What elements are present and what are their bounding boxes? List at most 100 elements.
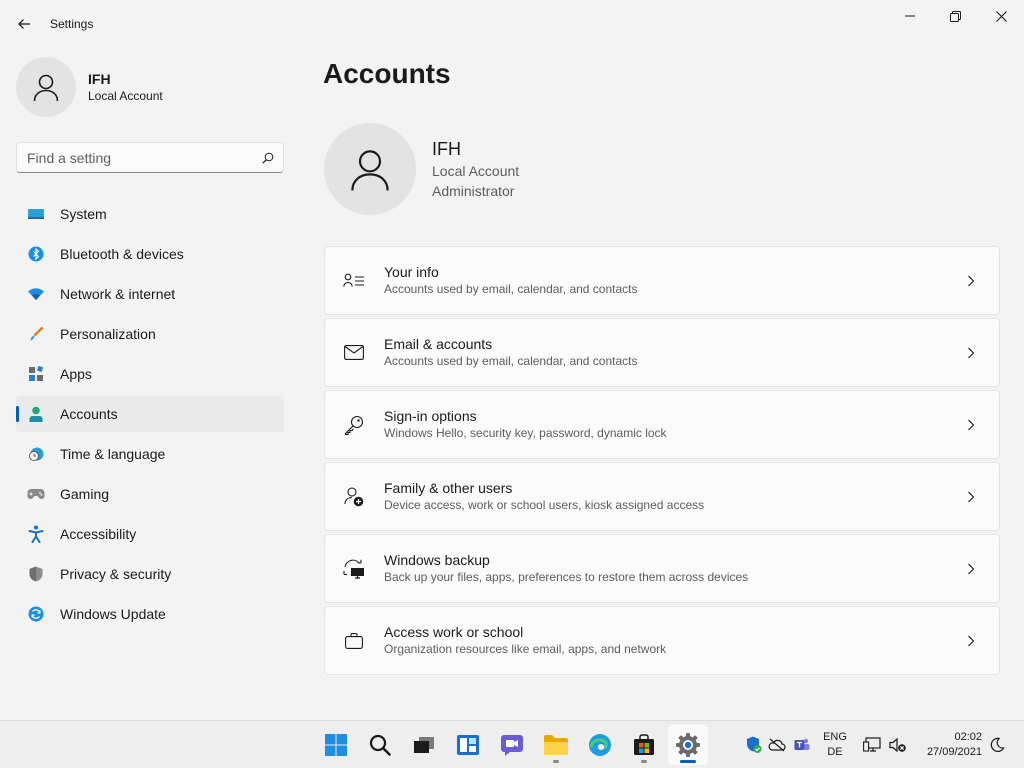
teams-icon[interactable]: [792, 735, 812, 755]
card-windows-backup[interactable]: Windows backup Back up your files, apps,…: [324, 534, 1000, 603]
search-icon[interactable]: [253, 143, 283, 173]
title-bar: Settings: [0, 0, 1024, 48]
chevron-right-icon: [951, 261, 991, 301]
start-icon: [325, 734, 347, 756]
store-icon: [634, 734, 654, 755]
file-explorer-button[interactable]: [536, 725, 576, 765]
card-sign-in-options[interactable]: Sign-in options Windows Hello, security …: [324, 390, 1000, 459]
sidebar-item-system[interactable]: System: [16, 196, 284, 232]
sidebar-item-personalization[interactable]: Personalization: [16, 316, 284, 352]
sidebar-item-label: Apps: [60, 366, 92, 382]
sidebar-nav: System Bluetooth & devices Network & int…: [16, 196, 284, 636]
sidebar-item-bluetooth[interactable]: Bluetooth & devices: [16, 236, 284, 272]
focus-assist-moon-icon[interactable]: [987, 735, 1007, 755]
sidebar-item-accessibility[interactable]: Accessibility: [16, 516, 284, 552]
card-your-info[interactable]: Your info Accounts used by email, calend…: [324, 246, 1000, 315]
card-title: Your info: [384, 264, 439, 280]
chevron-right-icon: [951, 621, 991, 661]
profile-account-type: Local Account: [88, 89, 163, 103]
sidebar-item-label: Time & language: [60, 446, 166, 462]
user-icon: [33, 74, 59, 102]
sidebar-item-network[interactable]: Network & internet: [16, 276, 284, 312]
bluetooth-icon: [26, 244, 46, 264]
sidebar-item-label: Accessibility: [60, 526, 137, 542]
accessibility-icon: [26, 524, 46, 544]
sidebar-item-label: Privacy & security: [60, 566, 172, 582]
network-icon[interactable]: [862, 735, 882, 755]
brush-icon: [26, 324, 46, 344]
volume-muted-icon[interactable]: [888, 735, 908, 755]
key-icon: [343, 414, 365, 436]
chevron-right-icon: [951, 333, 991, 373]
clock[interactable]: 02:02 27/09/2021: [912, 730, 982, 760]
sidebar-item-label: System: [60, 206, 107, 222]
start-button[interactable]: [316, 725, 356, 765]
sidebar-item-windows-update[interactable]: Windows Update: [16, 596, 284, 632]
search-input[interactable]: Find a setting: [16, 142, 284, 173]
card-subtitle: Accounts used by email, calendar, and co…: [384, 282, 638, 296]
defender-icon[interactable]: [744, 735, 764, 755]
minimize-icon: [905, 15, 915, 17]
clock-date: 27/09/2021: [926, 746, 982, 758]
card-title: Family & other users: [384, 480, 513, 496]
restore-button[interactable]: [932, 0, 978, 32]
edge-icon: [589, 734, 611, 756]
mail-icon: [343, 342, 365, 364]
card-access-work-school[interactable]: Access work or school Organization resou…: [324, 606, 1000, 675]
sidebar-item-apps[interactable]: Apps: [16, 356, 284, 392]
edge-button[interactable]: [580, 725, 620, 765]
sidebar-item-accounts[interactable]: Accounts: [16, 396, 284, 432]
sidebar-item-label: Network & internet: [60, 286, 176, 302]
user-icon: [351, 150, 389, 191]
app-title: Settings: [50, 17, 94, 31]
apps-icon: [26, 364, 46, 384]
sidebar-item-label: Windows Update: [60, 606, 166, 622]
running-indicator: [641, 760, 647, 763]
settings-taskbar-button[interactable]: [668, 725, 708, 765]
globe-clock-icon: [26, 444, 46, 464]
close-icon: [995, 10, 1007, 22]
taskbar: ENG DE 02:02 27/09/2021: [0, 720, 1024, 768]
sidebar-item-time-language[interactable]: Time & language: [16, 436, 284, 472]
page-title: Accounts: [323, 58, 451, 89]
keyboard-layout: DE: [827, 746, 843, 758]
card-title: Access work or school: [384, 624, 524, 640]
language-code: ENG: [823, 731, 847, 743]
account-type: Local Account: [432, 163, 520, 179]
search-placeholder: Find a setting: [27, 149, 112, 166]
sidebar-item-gaming[interactable]: Gaming: [16, 476, 284, 512]
taskbar-search-button[interactable]: [360, 725, 400, 765]
gamepad-icon: [26, 484, 46, 504]
active-indicator: [680, 760, 696, 763]
onedrive-icon[interactable]: [767, 735, 787, 755]
widgets-icon: [457, 735, 479, 755]
chat-icon: [501, 735, 523, 756]
minimize-button[interactable]: [887, 0, 933, 32]
language-indicator[interactable]: ENG DE: [818, 730, 852, 760]
back-button[interactable]: [10, 10, 38, 38]
card-subtitle: Device access, work or school users, kio…: [384, 498, 705, 512]
chevron-right-icon: [951, 549, 991, 589]
backup-icon: [343, 558, 365, 580]
sidebar-item-privacy[interactable]: Privacy & security: [16, 556, 284, 592]
sidebar-item-label: Personalization: [60, 326, 156, 342]
account-header: IFH Local Account Administrator: [324, 123, 519, 215]
store-button[interactable]: [624, 725, 664, 765]
widgets-button[interactable]: [448, 725, 488, 765]
running-indicator: [553, 760, 559, 763]
close-button[interactable]: [978, 0, 1024, 32]
account-name: IFH: [432, 139, 461, 159]
card-email-accounts[interactable]: Email & accounts Accounts used by email,…: [324, 318, 1000, 387]
sidebar-profile[interactable]: IFH Local Account: [16, 57, 163, 117]
avatar: [324, 123, 416, 215]
monitor-icon: [26, 204, 46, 224]
card-family-other-users[interactable]: Family & other users Device access, work…: [324, 462, 1000, 531]
wifi-icon: [26, 284, 46, 304]
chat-button[interactable]: [492, 725, 532, 765]
task-view-button[interactable]: [404, 725, 444, 765]
card-title: Sign-in options: [384, 408, 477, 424]
avatar: [16, 57, 76, 117]
settings-icon: [676, 733, 700, 757]
update-icon: [26, 604, 46, 624]
back-arrow-icon: [18, 19, 30, 29]
